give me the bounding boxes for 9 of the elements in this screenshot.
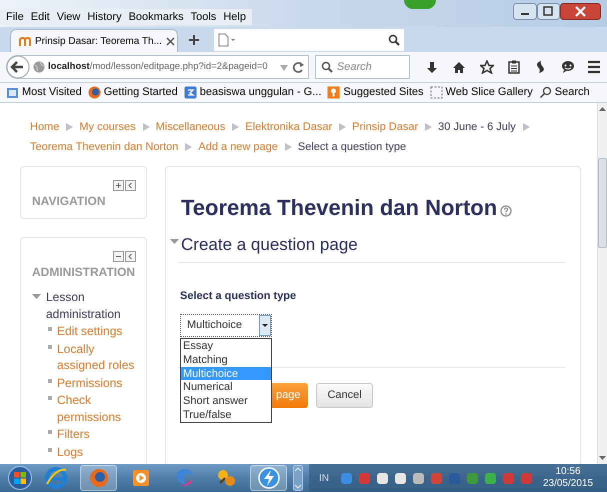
breadcrumb-text: Select a question type	[298, 140, 406, 154]
block-title: ADMINISTRATION	[31, 264, 136, 281]
tab-title: Prinsip Dasar: Teorema Th...	[35, 34, 162, 48]
search-placeholder: Search	[336, 60, 372, 75]
breadcrumb-text: 30 June - 6 July	[438, 120, 516, 135]
url-text: localhost/mod/lesson/editpage.php?id=2&pageid=0	[48, 60, 269, 74]
page-title: Teorema Thevenin dan Norton	[181, 195, 498, 221]
block-title: NAVIGATION	[31, 193, 107, 210]
field-label: Select a question type	[180, 288, 298, 304]
